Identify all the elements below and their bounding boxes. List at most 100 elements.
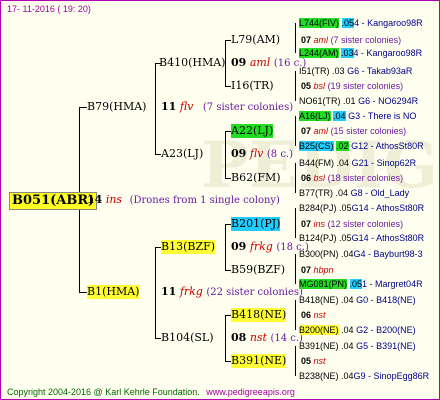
connector [225, 131, 226, 178]
ggg-gen: G3 - There is NO [348, 111, 417, 121]
grandparent-colony[interactable]: B13(BZF) [161, 240, 216, 254]
ggg-num: .03 [341, 48, 354, 58]
gen-number: 09 [231, 56, 247, 69]
connector [295, 163, 296, 193]
ggg-num: .04 [341, 295, 354, 305]
root-gen-code: ins [105, 193, 123, 206]
gg-generation: 05 bsl (19 sister colonies) [301, 81, 403, 92]
gen-note: (7 sister colonies) [202, 102, 294, 113]
gg-generation: 07 aml (15 sister colonies) [301, 126, 406, 137]
gg-generation: 07 hbpn [301, 265, 334, 276]
ggg-gen: G14 - AthosSt80R [351, 203, 425, 213]
gen-code: nst [313, 310, 326, 320]
ggg-colony[interactable]: I51(TR) [299, 66, 330, 76]
parent-generation: 11 frkg (22 sister colonies) [161, 285, 303, 300]
gg-colony[interactable]: B59(BZF) [231, 263, 285, 277]
ggg-colony[interactable]: B44(FM) [299, 158, 334, 168]
ggg-colony[interactable]: B25(CS) [299, 141, 334, 151]
ggg-num: .04 [333, 111, 346, 121]
gen-code: ins [313, 219, 326, 229]
ggg-num: .04 [341, 249, 354, 259]
grandparent-colony[interactable]: B410(HMA) [159, 56, 225, 70]
ggg-row[interactable]: B25(CS) .02 G12 - AthosSt80R [299, 141, 424, 152]
ggg-num: .05 [339, 233, 352, 243]
ggg-gen: G14 - AthosSt80R [351, 233, 425, 243]
ggg-num: .05 [341, 18, 355, 28]
ggg-row[interactable]: I51(TR) .03 G6 - Takab93aR [299, 66, 412, 77]
ggg-row[interactable]: B77(TR) .04 G8 - Old_Lady [299, 188, 409, 199]
parent-colony[interactable]: B1(HMA) [87, 285, 140, 299]
gg-colony[interactable]: A22(LJ) [231, 124, 274, 138]
ggg-gen: G5 - B391(NE) [356, 341, 416, 351]
gen-note: (7 sister colonies) [330, 35, 402, 45]
gen-number: 09 [231, 147, 247, 160]
grandparent-generation: 08 nst (14 c.) [231, 331, 303, 346]
ggg-row[interactable]: B124(PJ) .05G14 - AthosSt80R [299, 233, 424, 244]
gen-code: frkg [179, 285, 203, 298]
ggg-gen: 4 - Kangaroo98R [353, 48, 423, 58]
gg-colony[interactable]: B201(PJ) [231, 217, 281, 231]
root-colony[interactable]: B051(ABR) [9, 192, 98, 210]
ggg-colony[interactable]: B284(PJ) [299, 203, 337, 213]
gen-code: aml [313, 35, 329, 45]
ggg-gen: G4 - Bayburt98-3 [353, 249, 423, 259]
grandparent-generation: 09 flv (8 c.) [231, 147, 293, 162]
gg-colony[interactable]: L79(AM) [231, 33, 280, 47]
gen-number: 06 [301, 310, 312, 320]
gg-colony[interactable]: B62(FM) [231, 171, 281, 185]
ggg-row[interactable]: B238(NE) .04G9 - SinopEgg86R [299, 371, 429, 382]
ggg-colony[interactable]: B300(PN) [299, 249, 339, 259]
connector [295, 71, 296, 101]
ggg-colony[interactable]: L244(AM) [299, 48, 339, 58]
gg-generation: 07 ins (12 sister colonies) [301, 219, 403, 230]
connector [295, 346, 296, 376]
ggg-row[interactable]: MG081(PN) .051 - Margret04R [299, 279, 423, 290]
connector [155, 63, 156, 155]
ggg-row[interactable]: B284(PJ) .05G14 - AthosSt80R [299, 203, 424, 214]
ggg-num: .03 [332, 66, 345, 76]
ggg-row[interactable]: A16(LJ) .04 G3 - There is NO [299, 111, 416, 122]
gen-note: (12 sister colonies) [327, 219, 404, 229]
ggg-row[interactable]: B44(FM) .04 G21 - Sinop62R [299, 158, 416, 169]
ggg-colony[interactable]: B200(NE) [299, 325, 339, 335]
gg-colony[interactable]: B418(NE) [231, 308, 287, 322]
grandparent-colony[interactable]: A23(LJ) [161, 147, 203, 161]
grandparent-colony[interactable]: B104(SL) [161, 331, 214, 345]
ggg-gen: G12 - AthosSt80R [351, 141, 424, 151]
ggg-colony[interactable]: B77(TR) [299, 188, 333, 198]
gen-code: bsl [313, 81, 326, 91]
connector [225, 315, 226, 361]
ggg-colony[interactable]: B238(NE) [299, 371, 339, 381]
parent-colony[interactable]: B79(HMA) [87, 100, 146, 114]
gen-number: 05 [301, 356, 312, 366]
ggg-colony[interactable]: B391(NE) [299, 341, 339, 351]
ggg-colony[interactable]: B418(NE) [299, 295, 339, 305]
ggg-gen: 1 - Margret04R [362, 279, 423, 289]
ggg-colony[interactable]: NO61(TR) [299, 96, 341, 106]
ggg-colony[interactable]: B124(PJ) [299, 233, 337, 243]
root-gen-number: 14 [87, 193, 103, 206]
connector [295, 23, 296, 53]
gen-note: (8 c.) [266, 149, 293, 160]
gg-colony[interactable]: B391(NE) [231, 354, 287, 368]
copyright-text: Copyright 2004-2016 @ Karl Kehrle Founda… [7, 387, 200, 397]
ggg-row[interactable]: B200(NE) .04 G2 - B200(NE) [299, 325, 416, 336]
ggg-row[interactable]: L744(FIV) .054 - Kangaroo98R [299, 18, 423, 29]
gg-colony[interactable]: I16(TR) [231, 79, 274, 93]
grandparent-generation: 09 aml (16 c.) [231, 56, 306, 71]
ggg-colony[interactable]: MG081(PN) [299, 279, 348, 289]
ggg-row[interactable]: L244(AM) .034 - Kangaroo98R [299, 48, 422, 59]
ggg-row[interactable]: B300(PN) .04G4 - Bayburt98-3 [299, 249, 423, 260]
ggg-row[interactable]: B391(NE) .04 G5 - B391(NE) [299, 341, 416, 352]
ggg-colony[interactable]: L744(FIV) [299, 18, 340, 28]
footer-link[interactable]: www.pedigreeapis.org [206, 387, 295, 397]
gen-code: aml [313, 126, 329, 136]
ggg-colony[interactable]: A16(LJ) [299, 111, 331, 121]
ggg-num: .04 [341, 325, 354, 335]
connector [79, 107, 87, 108]
gen-number: 05 [301, 81, 312, 91]
ggg-row[interactable]: B418(NE) .04 G0 - B418(NE) [299, 295, 416, 306]
gen-code: aml [249, 56, 271, 69]
gen-number: 06 [301, 173, 312, 183]
ggg-row[interactable]: NO61(TR) .01 G6 - NO6294R [299, 96, 418, 107]
